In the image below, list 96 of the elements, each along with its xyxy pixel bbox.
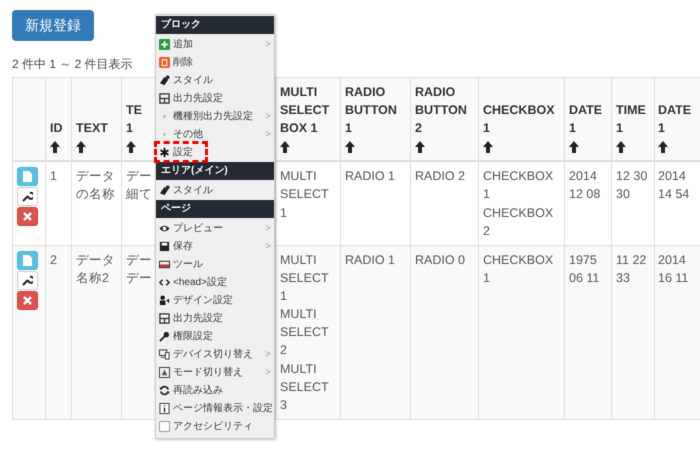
result-count: 2 件中 1 ～ 2 件目表示	[12, 56, 133, 73]
info-icon	[159, 402, 170, 414]
menu-item[interactable]: 機種別出力先設定 >	[156, 107, 274, 125]
asterisk-icon	[159, 146, 170, 158]
menu-item[interactable]: 再読み込み	[156, 381, 274, 399]
refresh-icon	[159, 384, 170, 396]
menu-item[interactable]: 設定	[156, 143, 206, 161]
layout-icon	[159, 312, 170, 324]
table-cell-text: 2014 14 54	[658, 168, 690, 204]
table-cell-text: 12 30 30	[616, 168, 648, 204]
table-cell-text: RADIO 1	[345, 252, 396, 269]
trash-icon	[159, 56, 170, 68]
submenu-arrow: >	[265, 348, 271, 362]
file-icon	[23, 254, 32, 266]
table-cell-text: 1975 06 11	[569, 252, 600, 287]
delete-button[interactable]	[17, 290, 38, 310]
submenu-arrow: >	[265, 38, 271, 52]
submenu-arrow: >	[265, 128, 271, 142]
menu-item[interactable]: アクセシビリティ	[156, 417, 274, 435]
close-icon	[23, 296, 32, 305]
edit-button[interactable]	[17, 187, 38, 206]
table-cell-text: MULTI SELECT 3	[280, 360, 330, 414]
table-cell-text: デー	[126, 252, 152, 269]
menu-item[interactable]: <head>設定	[156, 273, 274, 291]
wrench-icon	[22, 191, 33, 202]
submenu-arrow: >	[265, 366, 271, 380]
column-header[interactable]: TE 1	[126, 100, 148, 138]
sort-arrow-icon[interactable]	[569, 140, 579, 153]
menu-item[interactable]: デザイン設定	[156, 291, 274, 309]
table-cell-text: データ名称2	[76, 252, 116, 287]
table-cell-text: 2014 16 11	[658, 252, 690, 287]
submenu-arrow: >	[265, 110, 271, 124]
menu-item[interactable]: 出力先設定	[156, 309, 274, 327]
sort-arrow-icon[interactable]	[483, 140, 493, 153]
toolbar-icon	[159, 258, 170, 270]
table-cell-text: CHECKBOX 1	[483, 252, 554, 287]
menu-section-header: エリア(メイン)	[156, 162, 274, 180]
column-header[interactable]: TEXT	[76, 119, 117, 138]
menu-item[interactable]: 権限設定	[156, 327, 274, 345]
edit-button[interactable]	[17, 270, 38, 290]
table-cell-text: RADIO 2	[415, 168, 466, 186]
menu-item[interactable]: デバイス切り替え >	[156, 345, 274, 363]
sort-arrow-icon[interactable]	[415, 140, 425, 153]
menu-section-header: ブロック	[156, 16, 274, 34]
brush-icon	[159, 184, 170, 196]
table-cell-text: MULTI SELECT 1	[280, 252, 330, 305]
menu-item[interactable]: スタイル	[156, 181, 274, 199]
brush-icon	[159, 74, 170, 86]
menu-item[interactable]: その他 >	[156, 125, 274, 143]
table-cell-text: 細て	[126, 186, 152, 204]
new-registration-button[interactable]: 新規登録	[12, 10, 94, 41]
layout-icon	[159, 92, 170, 104]
menu-item[interactable]: 保存 >	[156, 237, 274, 255]
delete-button[interactable]	[17, 207, 38, 226]
menu-item[interactable]: モード切り替え >	[156, 363, 274, 381]
menu-item[interactable]: スタイル	[156, 71, 274, 89]
table-cell-text: RADIO 0	[415, 252, 466, 269]
sort-arrow-icon[interactable]	[76, 140, 86, 153]
table-cell-text: データの名称	[76, 168, 116, 204]
table-cell-text: 11 22 33	[616, 252, 648, 287]
menu-item[interactable]: ツール	[156, 255, 274, 273]
table-cell-text: 1	[50, 168, 58, 186]
image-frame-icon	[159, 366, 170, 378]
table-cell-text: MULTI SELECT 1	[280, 168, 330, 222]
checkbox[interactable]	[159, 420, 170, 432]
sort-arrow-icon[interactable]	[616, 140, 626, 153]
menu-item[interactable]: 追加 >	[156, 35, 274, 53]
submenu-arrow: >	[265, 240, 271, 254]
wrench-icon	[22, 274, 33, 286]
sort-arrow-icon[interactable]	[126, 140, 136, 153]
table-cell-text: CHECKBOX 2	[483, 204, 554, 240]
table-cell-text: 2	[50, 252, 58, 269]
menu-item[interactable]: 削除	[156, 53, 274, 71]
table-cell-text: MULTI SELECT 2	[280, 306, 330, 360]
table-cell-text: 2014 12 08	[569, 168, 602, 204]
menu-item[interactable]: プレビュー >	[156, 219, 274, 237]
key-icon	[159, 330, 170, 342]
close-icon	[23, 212, 32, 222]
menu-section-header: ページ	[156, 200, 274, 218]
code-icon	[159, 276, 170, 288]
sort-arrow-icon[interactable]	[658, 140, 668, 153]
file-icon	[23, 171, 32, 182]
sort-arrow-icon[interactable]	[50, 140, 60, 153]
table-cell-text: CHECKBOX 1	[483, 168, 554, 204]
sort-arrow-icon[interactable]	[345, 140, 355, 153]
plus-icon	[159, 38, 170, 50]
table-cell-text: デー	[126, 168, 152, 186]
table-cell-text: RADIO 1	[345, 168, 396, 186]
sort-arrow-icon[interactable]	[280, 140, 290, 153]
menu-item[interactable]: 出力先設定	[156, 89, 274, 107]
submenu-arrow: >	[265, 222, 271, 236]
column-header[interactable]: ID	[50, 119, 67, 138]
devices-icon	[159, 348, 170, 360]
table-cell-text: デー	[126, 270, 152, 287]
person-icon	[159, 294, 170, 306]
menu-item[interactable]: ページ情報表示・設定	[156, 399, 274, 417]
